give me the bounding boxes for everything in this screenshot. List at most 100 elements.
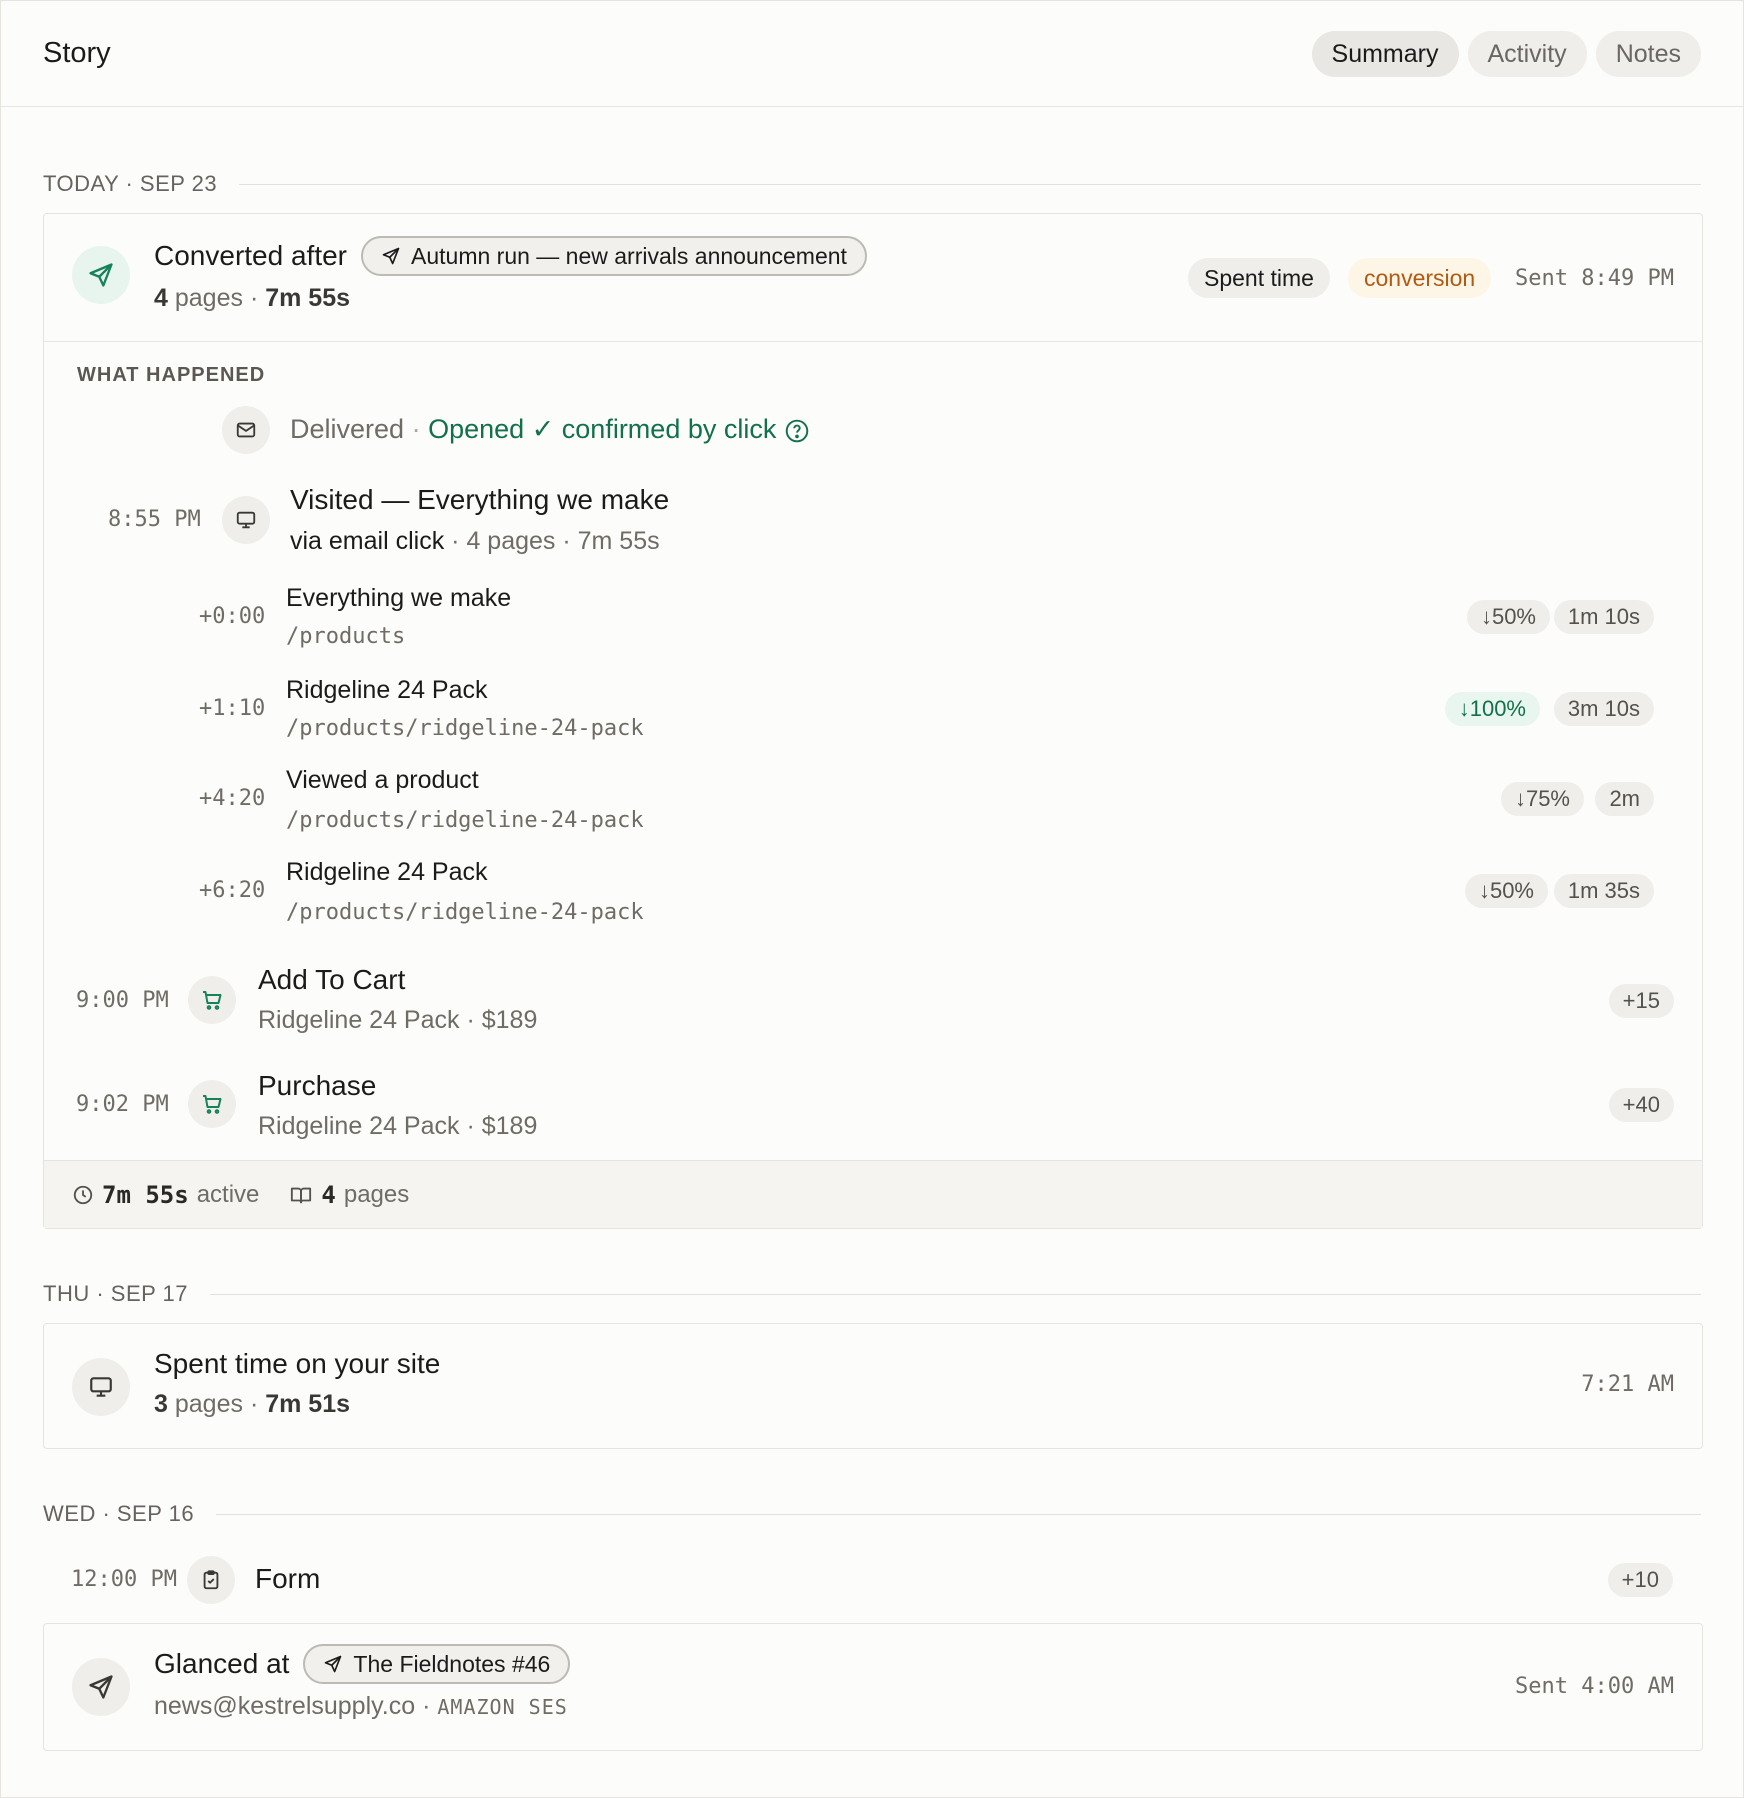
time-on-page-badge: 1m 10s	[1553, 600, 1654, 634]
visit-meta: via email click · 4 pages · 7m 55s	[290, 527, 660, 555]
date-label: WED · SEP 16	[43, 1501, 195, 1526]
page-offset: +0:00	[199, 604, 266, 629]
page-offset: +6:20	[199, 878, 266, 903]
delivery-status: Delivered · Opened ✓ confirmed by click	[290, 414, 810, 445]
pages-count: 4	[154, 284, 168, 312]
time-on-page-badge: 3m 10s	[1553, 692, 1654, 726]
visit-source: via email click	[290, 527, 445, 555]
page-path: /products/ridgeline-24-pack	[286, 808, 644, 833]
book-icon	[291, 1187, 312, 1203]
duration: 7m 51s	[265, 1390, 351, 1418]
page-title: Everything we make	[286, 584, 512, 612]
page-count-word: pages	[343, 1180, 410, 1208]
pages-word: pages	[174, 284, 243, 312]
page-path: /products	[286, 624, 406, 649]
visit-title: Visited — Everything we make	[290, 484, 670, 515]
campaign-name: Autumn run — new arrivals announcement	[411, 242, 847, 269]
page-title: Viewed a product	[286, 766, 479, 794]
active-time-value: 7m 55s	[102, 1180, 189, 1209]
card-title: Spent time on your site	[154, 1348, 441, 1379]
conversion-card[interactable]: Converted after Autumn run — new arrival…	[43, 213, 1703, 1229]
event-title: Add To Cart	[258, 964, 406, 995]
sender-address: news@kestrelsupply.co	[154, 1692, 416, 1720]
date-label: TODAY · SEP 23	[43, 171, 218, 196]
send-icon	[325, 1655, 342, 1673]
section-label: WHAT HAPPENED	[77, 364, 266, 386]
card-footer: 7m 55s active 4 pages	[44, 1160, 1702, 1228]
tab-notes[interactable]: Notes	[1595, 31, 1701, 77]
monitor-icon	[72, 1358, 130, 1416]
event-detail: Ridgeline 24 Pack · $189	[258, 1112, 538, 1140]
cart-icon	[188, 1080, 236, 1128]
pages-count: 3	[154, 1390, 168, 1418]
email-provider: AMAZON SES	[437, 1695, 568, 1719]
panel-title: Story	[43, 37, 111, 69]
help-icon[interactable]	[784, 418, 810, 444]
sent-timestamp: Sent 4:00 AM	[1515, 1674, 1674, 1699]
divider-line	[44, 341, 1702, 342]
page-title: Ridgeline 24 Pack	[286, 858, 488, 886]
opened-label: Opened ✓ confirmed by click	[428, 414, 777, 444]
date-divider: WED · SEP 16	[43, 1501, 1701, 1527]
monitor-icon	[222, 496, 270, 544]
delivered-label: Delivered	[290, 414, 405, 444]
time-on-page-badge: 2m	[1595, 782, 1654, 816]
campaign-chip[interactable]: Autumn run — new arrivals announcement	[361, 236, 867, 276]
score-badge: +10	[1607, 1563, 1673, 1597]
time-on-page-badge: 1m 35s	[1553, 874, 1654, 908]
mail-icon	[222, 406, 270, 454]
page-offset: +4:20	[199, 786, 266, 811]
score-badge: +15	[1608, 984, 1674, 1018]
clipboard-icon	[187, 1556, 235, 1604]
scroll-depth-badge: ↓50%	[1464, 874, 1548, 908]
tab-bar: Summary Activity Notes	[1311, 31, 1701, 77]
send-icon	[72, 1658, 130, 1716]
campaign-name: The Fieldnotes #46	[353, 1650, 551, 1677]
scroll-depth-badge: ↓50%	[1466, 600, 1550, 634]
scroll-depth-badge: ↓75%	[1500, 782, 1584, 816]
send-icon	[382, 247, 400, 265]
date-label: THU · SEP 17	[43, 1281, 188, 1306]
card-subtitle: 3 pages · 7m 51s	[154, 1390, 351, 1418]
sent-timestamp: Sent 8:49 PM	[1515, 266, 1674, 291]
event-detail: Ridgeline 24 Pack · $189	[258, 1006, 538, 1034]
page-offset: +1:10	[199, 696, 266, 721]
page-path: /products/ridgeline-24-pack	[286, 716, 644, 741]
divider-line	[209, 1293, 1701, 1295]
tag-conversion: conversion	[1348, 258, 1492, 298]
panel-header: Story Summary Activity Notes	[1, 1, 1743, 107]
divider-line	[216, 1513, 1701, 1515]
tab-summary[interactable]: Summary	[1311, 31, 1459, 77]
card-title: Converted after Autumn run — new arrival…	[154, 236, 867, 276]
title-prefix: Glanced at	[154, 1648, 290, 1679]
page-count: 4 pages	[289, 1181, 409, 1209]
active-time: 7m 55s active	[72, 1181, 259, 1209]
visit-time: 8:55 PM	[108, 507, 201, 532]
page-title: Ridgeline 24 Pack	[286, 676, 488, 704]
scroll-depth-badge: ↓100%	[1444, 692, 1540, 726]
pages-word: pages	[174, 1390, 243, 1418]
event-title: Form	[255, 1563, 321, 1594]
page-count-value: 4	[321, 1180, 336, 1209]
tag-spent-time: Spent time	[1188, 258, 1330, 298]
cart-icon	[188, 976, 236, 1024]
visit-stats: 4 pages · 7m 55s	[466, 527, 660, 555]
event-time: 9:02 PM	[76, 1092, 169, 1117]
card-subtitle: 4 pages · 7m 55s	[154, 284, 351, 312]
clock-icon	[73, 1185, 93, 1204]
campaign-chip[interactable]: The Fieldnotes #46	[303, 1644, 571, 1684]
score-badge: +40	[1608, 1088, 1674, 1122]
divider-line	[239, 183, 1701, 185]
event-title: Purchase	[258, 1070, 377, 1101]
active-time-word: active	[196, 1180, 260, 1208]
session-time: 7:21 AM	[1581, 1372, 1674, 1397]
page-path: /products/ridgeline-24-pack	[286, 900, 644, 925]
email-card[interactable]: Glanced at The Fieldnotes #46 news@kestr…	[43, 1623, 1703, 1751]
event-time: 9:00 PM	[76, 988, 169, 1013]
event-time: 12:00 PM	[71, 1567, 177, 1592]
card-subtitle: news@kestrelsupply.co · AMAZON SES	[154, 1692, 568, 1720]
date-divider: TODAY · SEP 23	[43, 171, 1701, 197]
title-prefix: Converted after	[154, 240, 347, 271]
tab-activity[interactable]: Activity	[1467, 31, 1587, 77]
session-card[interactable]: Spent time on your site 3 pages · 7m 51s…	[43, 1323, 1703, 1449]
